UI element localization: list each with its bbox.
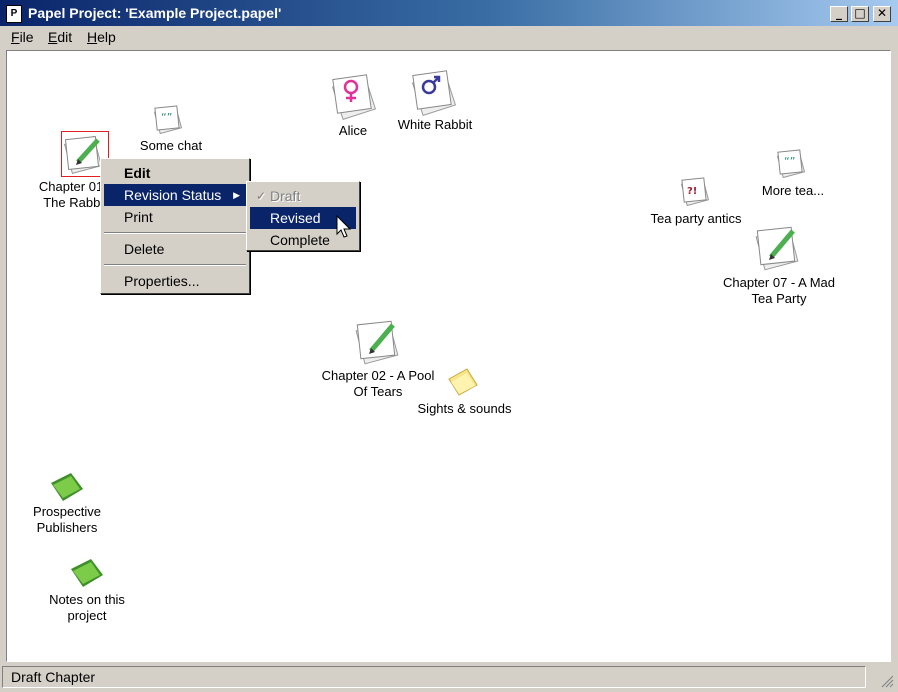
character-female-icon[interactable] — [329, 71, 379, 121]
character-male-icon[interactable] — [409, 67, 459, 117]
mouse-cursor-icon — [336, 215, 352, 238]
node-label-sights-sounds: Sights & sounds — [417, 401, 512, 416]
maximize-button[interactable]: □ — [851, 6, 869, 22]
menu-item-properties[interactable]: Properties... — [104, 270, 246, 292]
node-label-tea-party-antics: Tea party antics — [650, 211, 742, 226]
minimize-button[interactable]: _ — [830, 6, 848, 22]
menu-edit[interactable]: Edit — [48, 29, 72, 45]
menu-item-edit[interactable]: Edit — [104, 162, 246, 184]
resize-grip-icon[interactable] — [880, 674, 894, 688]
node-label-prospective-publishers: Prospective Publishers — [33, 504, 101, 535]
close-button[interactable]: ✕ — [873, 6, 891, 22]
chapter-pencil-icon[interactable] — [353, 317, 405, 367]
menu-help[interactable]: Help — [87, 29, 116, 45]
node-label-some-chat: Some chat — [139, 138, 203, 153]
node-label-alice: Alice — [338, 123, 368, 138]
checkmark-icon: ✓ — [256, 189, 267, 203]
menu-item-delete[interactable]: Delete — [104, 238, 246, 260]
menu-file[interactable]: File — [11, 29, 34, 45]
menu-separator — [104, 264, 246, 266]
window-title: Papel Project: 'Example Project.papel' — [28, 5, 282, 21]
submenu-item-draft[interactable]: ✓ Draft — [250, 185, 356, 207]
menu-bar: File Edit Help — [0, 26, 898, 48]
context-menu: Edit Revision Status ▶ Print Delete Prope… — [100, 158, 250, 294]
submenu-arrow-icon: ▶ — [233, 190, 240, 200]
dialogue-icon[interactable]: “” — [152, 103, 186, 137]
menu-item-print[interactable]: Print — [104, 206, 246, 228]
question-note-icon[interactable]: ?! — [679, 175, 713, 209]
node-label-notes: Notes on this project — [49, 592, 125, 623]
chapter-pencil-icon[interactable] — [753, 223, 805, 273]
node-label-more-tea: More tea... — [761, 183, 825, 198]
status-text: Draft Chapter — [11, 669, 96, 685]
node-label-white-rabbit: White Rabbit — [397, 117, 473, 132]
sticky-note-icon[interactable] — [445, 365, 481, 399]
dialogue-icon[interactable]: “” — [775, 147, 809, 181]
svg-text:?!: ?! — [687, 186, 697, 197]
node-label-chapter-02: Chapter 02 - A Pool Of Tears — [321, 368, 435, 399]
notebook-green-icon[interactable] — [67, 555, 107, 591]
menu-separator — [104, 232, 246, 234]
app-icon: P — [6, 5, 22, 23]
notebook-green-icon[interactable] — [47, 469, 87, 505]
svg-text:“”: “” — [161, 111, 172, 124]
project-canvas[interactable]: Alice White Rabbit “” Some chat Chapter … — [6, 50, 891, 662]
svg-text:“”: “” — [784, 155, 795, 168]
menu-item-revision-status[interactable]: Revision Status ▶ — [104, 184, 246, 206]
status-bar: Draft Chapter — [2, 666, 866, 688]
node-label-chapter-07: Chapter 07 - A Mad Tea Party — [722, 275, 835, 306]
title-bar: P Papel Project: 'Example Project.papel'… — [0, 0, 898, 26]
